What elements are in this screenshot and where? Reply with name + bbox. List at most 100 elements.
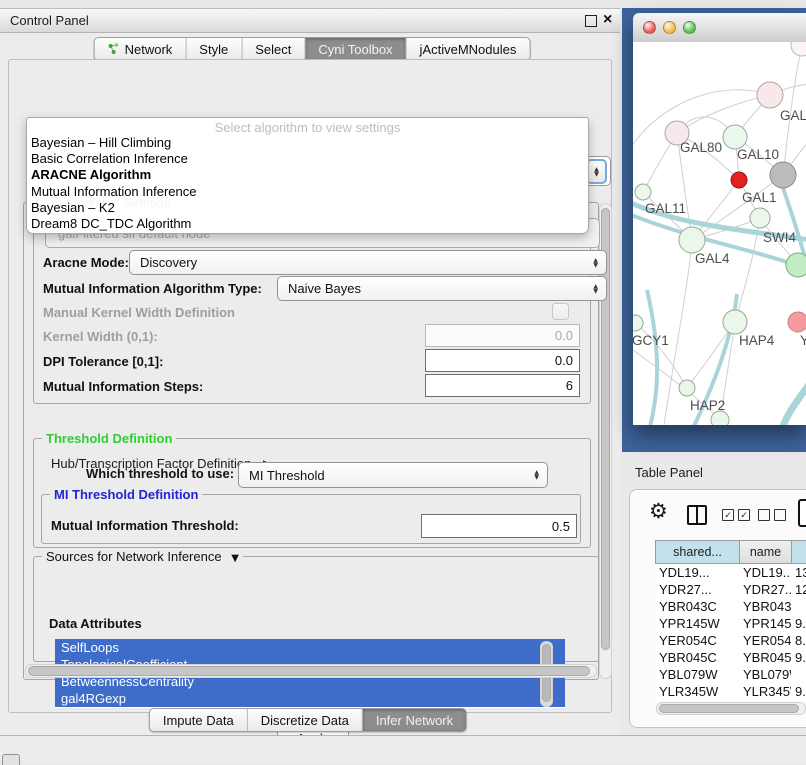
control-panel-window: Control Panel × NetworkStyleSelectCyni T… xyxy=(0,8,620,737)
table-horizontal-scrollbar-thumb[interactable] xyxy=(659,704,799,713)
dropdown-item-bayesian-hill-climbing[interactable]: Bayesian – Hill Climbing xyxy=(31,135,584,151)
network-graph: GALGAL80GAL10GAL11GAL1GAL4SWI4GCY1HAP4YH… xyxy=(633,42,806,425)
network-node-red-node[interactable] xyxy=(731,172,747,188)
table-row[interactable]: YBR043CYBR043C xyxy=(655,598,806,615)
column-header-name[interactable]: name xyxy=(739,541,791,563)
dropdown-item-dream8-dc-tdc-algorithm[interactable]: Dream8 DC_TDC Algorithm xyxy=(31,216,584,232)
tab-network[interactable]: Network xyxy=(95,38,186,60)
tab-label: Style xyxy=(199,42,228,57)
tab-jactivemnodules[interactable]: jActiveMNodules xyxy=(406,38,530,60)
table-cell: 13 xyxy=(791,564,806,581)
bottom-tab-discretize-data[interactable]: Discretize Data xyxy=(247,709,362,731)
mi-threshold-definition-title: MI Threshold Definition xyxy=(50,487,202,502)
table-row[interactable]: YER054CYER054C8. xyxy=(655,632,806,649)
algorithm-dropdown-popup: Select algorithm to view settings Bayesi… xyxy=(26,117,589,234)
network-node-hap4[interactable] xyxy=(723,310,747,334)
table-row[interactable]: YPR145WYPR145W9. xyxy=(655,615,806,632)
table-cell: YLR345W xyxy=(739,683,791,700)
table-row[interactable]: YDL19...YDL19...13 xyxy=(655,564,806,581)
node-label-gal: GAL xyxy=(780,108,806,123)
tab-label: Select xyxy=(255,42,291,57)
dropdown-item-aracne-algorithm[interactable]: ARACNE Algorithm xyxy=(31,167,584,183)
table-row[interactable]: YLR345WYLR345W9. xyxy=(655,683,806,700)
column-header-shared...[interactable]: shared... xyxy=(655,541,739,563)
table-body: YDL19...YDL19...13YDR27...YDR27...12YBR0… xyxy=(655,564,806,702)
table-cell xyxy=(791,598,806,615)
aracne-mode-combo[interactable]: Discovery ▲▼ xyxy=(129,250,607,275)
table-cell: YDL19... xyxy=(739,564,791,581)
cyni-toolbox-panel: Inference Algorithm ▲▼ galFiltered sif d… xyxy=(8,59,612,713)
bottom-tab-impute-data[interactable]: Impute Data xyxy=(150,709,247,731)
collapse-arrow-icon[interactable]: ▼ xyxy=(231,553,239,564)
table-row[interactable]: YDR27...YDR27...12 xyxy=(655,581,806,598)
attribute-item-gal4rgexp[interactable]: gal4RGexp xyxy=(55,690,565,707)
combo-arrows-icon: ▲▼ xyxy=(593,258,598,268)
table-cell: YBR045C xyxy=(655,649,739,666)
network-node-gal4[interactable] xyxy=(679,227,705,253)
table-cell: YDR27... xyxy=(655,581,739,598)
kernel-width-label: Kernel Width (0,1): xyxy=(43,329,158,344)
mi-steps-label: Mutual Information Steps: xyxy=(43,379,203,394)
settings-horizontal-scrollbar-thumb[interactable] xyxy=(28,666,590,676)
bottom-tab-label: Discretize Data xyxy=(261,713,349,728)
tab-select[interactable]: Select xyxy=(241,38,304,60)
control-panel-tabbar: Network Style Select Cyni ToolboxjActiveMNo… xyxy=(94,37,531,61)
float-window-icon[interactable] xyxy=(585,15,597,27)
network-canvas[interactable]: GALGAL80GAL10GAL11GAL1GAL4SWI4GCY1HAP4YH… xyxy=(633,42,806,425)
node-label-gal1: GAL1 xyxy=(742,190,777,205)
gear-icon[interactable]: ⚙ xyxy=(649,501,668,522)
close-icon[interactable]: × xyxy=(603,11,612,29)
mi-algorithm-type-combo[interactable]: Naive Bayes ▲▼ xyxy=(277,276,607,301)
combo-spinner-icon[interactable]: ▲▼ xyxy=(586,159,607,184)
node-label-gal80: GAL80 xyxy=(680,140,722,155)
network-node-gal11[interactable] xyxy=(635,184,651,200)
network-node-hap2[interactable] xyxy=(679,380,695,396)
close-traffic-light[interactable] xyxy=(643,21,656,34)
mi-algorithm-type-value: Naive Bayes xyxy=(288,281,361,296)
tab-style[interactable]: Style xyxy=(185,38,241,60)
table-cell: YPR145W xyxy=(655,615,739,632)
bottom-tab-infer-network[interactable]: Infer Network xyxy=(362,709,466,731)
table-row[interactable]: YBL079WYBL079W xyxy=(655,666,806,683)
mi-algorithm-type-label: Mutual Information Algorithm Type: xyxy=(43,281,262,296)
network-node-bottom-node[interactable] xyxy=(711,411,729,425)
network-node-gal10[interactable] xyxy=(723,125,747,149)
minimize-traffic-light[interactable] xyxy=(663,21,676,34)
columns-icon[interactable] xyxy=(687,505,707,525)
network-node-gal1[interactable] xyxy=(750,208,770,228)
minimized-panel-button[interactable] xyxy=(2,754,20,765)
unchecked-boxes-icon[interactable] xyxy=(758,509,786,521)
bottom-tab-label: Impute Data xyxy=(163,713,234,728)
node-label-hap4: HAP4 xyxy=(739,333,775,348)
network-icon xyxy=(108,43,120,55)
which-threshold-combo[interactable]: MI Threshold ▲▼ xyxy=(238,462,548,488)
dropdown-item-mutual-information-inference[interactable]: Mutual Information Inference xyxy=(31,184,584,200)
dropdown-item-bayesian-k2[interactable]: Bayesian – K2 xyxy=(31,200,584,216)
attribute-item-selfloops[interactable]: SelfLoops xyxy=(55,639,565,656)
aracne-mode-label: Aracne Mode: xyxy=(43,255,129,270)
table-cell: YER054C xyxy=(655,632,739,649)
checked-boxes-icon[interactable]: ✓✓ xyxy=(722,509,750,521)
network-view-window: GALGAL80GAL10GAL11GAL1GAL4SWI4GCY1HAP4YH… xyxy=(633,13,806,425)
dropdown-item-basic-correlation-inference[interactable]: Basic Correlation Inference xyxy=(31,151,584,167)
table-cell: 9. xyxy=(791,615,806,632)
manual-kernel-label: Manual Kernel Width Definition xyxy=(43,305,235,320)
table-row[interactable]: YBR045CYBR045C9. xyxy=(655,649,806,666)
settings-horizontal-scrollbar[interactable] xyxy=(25,664,597,678)
sources-group-title: Sources for Network Inference ▼ xyxy=(42,549,243,564)
network-node-pale-top[interactable] xyxy=(791,42,806,56)
mi-steps-field[interactable]: 6 xyxy=(425,374,580,397)
tab-cyni-toolbox[interactable]: Cyni Toolbox xyxy=(304,38,405,60)
mi-threshold-field[interactable]: 0.5 xyxy=(421,514,577,538)
network-node-swi4[interactable] xyxy=(786,253,806,277)
network-node-gray-node[interactable] xyxy=(770,162,796,188)
dpi-tolerance-field[interactable]: 0.0 xyxy=(425,349,580,372)
zoom-traffic-light[interactable] xyxy=(683,21,696,34)
node-label-gal10: GAL10 xyxy=(737,147,779,162)
document-icon[interactable] xyxy=(798,499,806,527)
table-horizontal-scrollbar[interactable] xyxy=(656,702,806,715)
network-node-gal7[interactable] xyxy=(757,82,783,108)
column-header-clipped[interactable] xyxy=(791,541,806,563)
network-node-salmon-node[interactable] xyxy=(788,312,806,332)
bottom-tabbar: Impute Data Discretize Data Infer Network xyxy=(149,708,467,732)
